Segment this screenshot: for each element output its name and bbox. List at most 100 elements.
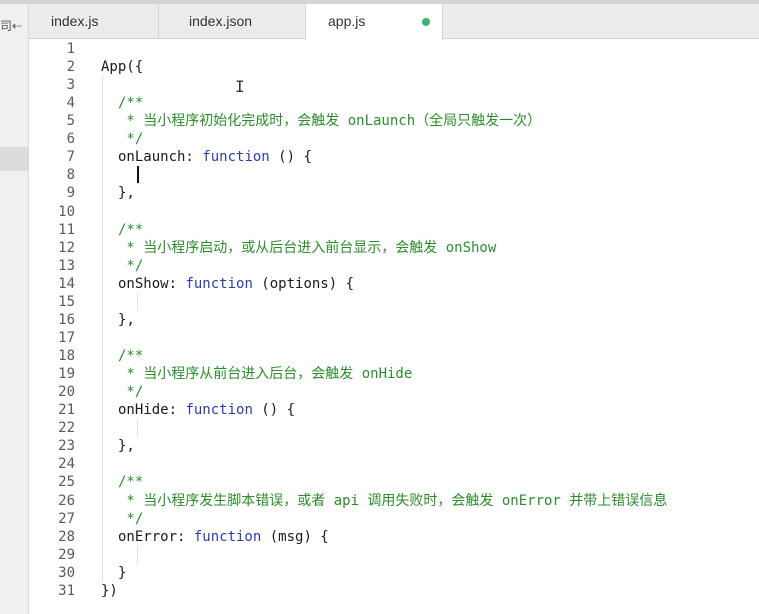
code-line[interactable]: onLaunch: function () {	[118, 148, 312, 166]
keyword-token: function	[185, 275, 253, 292]
comment-token: /**	[118, 348, 144, 365]
comment-token: */	[118, 257, 144, 274]
code-token: (options) {	[252, 275, 355, 292]
keyword-token: function	[193, 528, 262, 545]
line-number: 12	[58, 239, 75, 256]
code-line[interactable]: }	[118, 564, 126, 582]
line-number: 8	[66, 167, 75, 184]
comment-token: * 当小程序启动，或从后台进入前台显示，会触发 onShow	[118, 239, 497, 256]
code-line[interactable]: /**	[118, 221, 143, 239]
line-number: 11	[58, 221, 75, 238]
line-number: 25	[58, 474, 75, 491]
text-caret	[137, 166, 139, 184]
comment-token: /**	[118, 474, 144, 491]
line-number: 20	[58, 384, 75, 401]
line-number: 26	[58, 492, 75, 509]
comment-token: * 当小程序从前台进入后台，会触发 onHide	[118, 366, 413, 383]
code-token: onHide:	[118, 402, 186, 419]
code-line[interactable]: onHide: function () {	[118, 401, 295, 419]
line-number: 23	[58, 438, 75, 455]
code-line[interactable]: })	[101, 582, 118, 600]
comment-token: /**	[118, 95, 144, 112]
line-number: 31	[58, 582, 75, 599]
code-line[interactable]: onShow: function (options) {	[118, 275, 354, 293]
line-number: 30	[58, 564, 75, 581]
indent-guide-level-2	[137, 545, 138, 564]
comment-token: */	[118, 510, 144, 527]
comment-token: * 当小程序发生脚本错误，或者 api 调用失败时，会触发 onError 并带…	[118, 492, 668, 509]
code-token: },	[118, 185, 135, 202]
code-editor[interactable]: 1 2 App({3 4/** 5 * 当小程序初始化完成时，会触发 onLaunch（…	[29, 40, 759, 614]
code-line[interactable]: * 当小程序从前台进入后台，会触发 onHide	[118, 365, 412, 383]
code-line[interactable]: * 当小程序启动，或从后台进入前台显示，会触发 onShow	[118, 239, 496, 257]
keyword-token: function	[202, 149, 270, 166]
indent-guide-level-2	[137, 419, 138, 438]
tab-label: index.js	[51, 13, 99, 29]
code-line[interactable]: */	[118, 510, 143, 528]
code-token: })	[101, 582, 118, 599]
code-line[interactable]: */	[118, 130, 143, 148]
unsaved-dot-icon	[422, 18, 430, 26]
text-ibeam-icon: I	[235, 77, 245, 96]
code-line[interactable]: },	[118, 437, 135, 455]
tab-label: index.json	[189, 13, 253, 29]
code-line[interactable]: },	[118, 311, 135, 329]
line-number: 14	[58, 275, 75, 292]
code-line[interactable]: /**	[118, 347, 143, 365]
line-number: 3	[66, 77, 75, 94]
line-number: 28	[58, 528, 75, 545]
tab-app-js[interactable]: app.js	[306, 4, 443, 40]
comment-token: /**	[118, 221, 144, 238]
code-token: onError:	[118, 528, 194, 545]
sidebar-selected-item[interactable]	[0, 147, 28, 171]
line-number: 16	[58, 311, 75, 328]
code-token: },	[118, 438, 135, 455]
tab-index-js[interactable]: index.js	[29, 4, 159, 39]
line-number: 10	[58, 203, 75, 220]
code-line[interactable]: * 当小程序初始化完成时，会触发 onLaunch（全局只触发一次）	[118, 112, 541, 130]
comment-token: */	[118, 384, 144, 401]
file-explorer-sidebar[interactable]: 司⇠	[0, 4, 29, 614]
line-number: 1	[66, 41, 75, 57]
line-number: 21	[58, 402, 75, 419]
code-token: onShow:	[118, 275, 186, 292]
code-token: },	[118, 311, 135, 328]
tab-label: app.js	[328, 13, 366, 29]
code-line[interactable]: * 当小程序发生脚本错误，或者 api 调用失败时，会触发 onError 并带…	[118, 492, 667, 510]
line-number: 13	[58, 257, 75, 274]
code-token: onLaunch:	[118, 149, 203, 166]
code-token: (msg) {	[261, 528, 329, 545]
code-token: () {	[252, 402, 296, 419]
line-number: 4	[66, 95, 75, 112]
comment-token: */	[118, 131, 144, 148]
line-number: 27	[58, 510, 75, 527]
line-number: 15	[58, 293, 75, 310]
code-line[interactable]: /**	[118, 94, 143, 112]
line-number: 18	[58, 348, 75, 365]
code-line[interactable]: onError: function (msg) {	[118, 528, 329, 546]
code-line[interactable]: */	[118, 383, 143, 401]
line-number: 9	[66, 185, 75, 202]
code-line[interactable]: App({	[101, 58, 143, 76]
line-number: 2	[66, 59, 75, 76]
tab-index-json[interactable]: index.json	[159, 4, 306, 39]
line-number: 19	[58, 366, 75, 383]
line-number: 29	[58, 546, 75, 563]
indent-guide-level-2	[137, 292, 138, 311]
line-number: 24	[58, 456, 75, 473]
keyword-token: function	[185, 402, 253, 419]
indent-guide-level-1	[102, 76, 103, 582]
code-token: () {	[269, 149, 312, 166]
code-line[interactable]: */	[118, 257, 143, 275]
code-line[interactable]: },	[118, 184, 135, 202]
line-number: 7	[66, 149, 75, 166]
code-line[interactable]: /**	[118, 473, 143, 491]
line-number: 17	[58, 329, 75, 346]
editor-tab-bar: index.js index.json app.js	[29, 4, 759, 40]
sidebar-truncated-label: 司⇠	[0, 19, 23, 33]
line-number: 6	[66, 131, 75, 148]
line-number: 5	[66, 113, 75, 130]
code-token: App({	[101, 59, 144, 76]
comment-token: * 当小程序初始化完成时，会触发 onLaunch（全局只触发一次）	[118, 113, 542, 130]
code-token: }	[118, 564, 127, 581]
